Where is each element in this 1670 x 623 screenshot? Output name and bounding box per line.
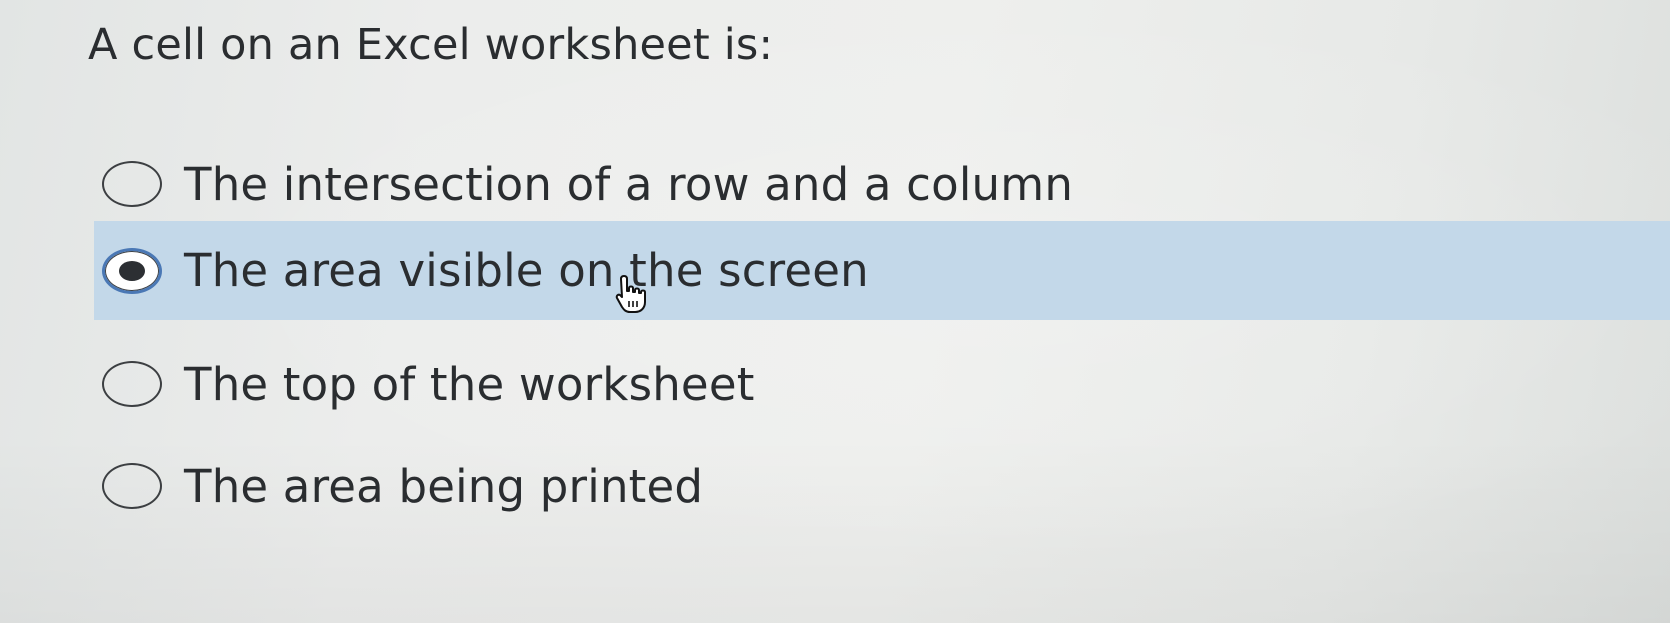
radio-button-unselected[interactable] [102, 361, 162, 407]
radio-button-unselected[interactable] [102, 161, 162, 207]
option-label: The area visible on the screen [184, 244, 869, 297]
question-text: A cell on an Excel worksheet is: [88, 20, 774, 70]
option-label: The intersection of a row and a column [184, 157, 1074, 211]
option-top-of-worksheet[interactable]: The top of the worksheet [94, 332, 1670, 436]
option-label: The top of the worksheet [184, 357, 755, 411]
option-visible-area[interactable]: The area visible on the screen [94, 221, 1670, 320]
radio-button-selected[interactable] [102, 247, 162, 294]
option-label: The area being printed [184, 459, 704, 513]
radio-dot [119, 260, 145, 281]
radio-button-unselected[interactable] [102, 463, 162, 509]
option-area-printed[interactable]: The area being printed [94, 434, 1670, 538]
